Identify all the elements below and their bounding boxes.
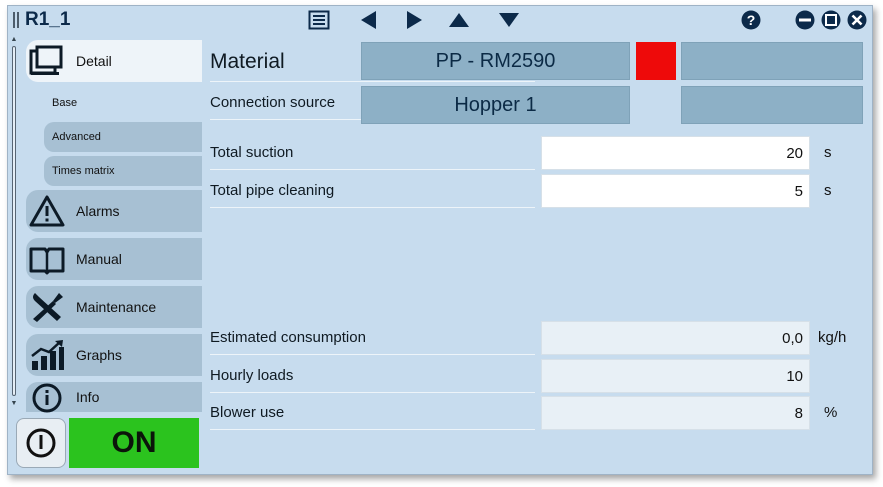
sidebar-sub-item-advanced[interactable]: Advanced — [44, 122, 202, 152]
power-button[interactable] — [16, 418, 66, 468]
sidebar-item-maintenance[interactable]: Maintenance — [26, 286, 202, 328]
help-icon[interactable]: ? — [740, 10, 762, 30]
status-on-indicator: ON — [69, 418, 199, 468]
material-value[interactable]: PP - RM2590 — [361, 42, 630, 80]
sidebar-item-label: Manual — [76, 251, 122, 267]
close-icon[interactable] — [846, 10, 868, 30]
power-icon — [26, 428, 56, 458]
sidebar-item-label: Detail — [76, 53, 112, 69]
blower-use-value: 8 — [541, 396, 810, 430]
minimize-icon[interactable] — [794, 10, 816, 30]
hourly-loads-value: 10 — [541, 359, 810, 393]
grip-icon[interactable] — [13, 12, 19, 28]
material-extra-box — [681, 42, 863, 80]
sidebar-sub-item-label: Base — [52, 97, 78, 109]
graph-icon — [26, 334, 68, 376]
maximize-icon[interactable] — [820, 10, 842, 30]
detail-icon — [26, 40, 68, 82]
sidebar: ▲ ▼ Detail Base Advanced Times matrix Al… — [8, 34, 204, 475]
window-title: R1_1 — [25, 9, 71, 30]
sidebar-item-graphs[interactable]: Graphs — [26, 334, 202, 376]
title-bar: R1_1 ? — [8, 6, 872, 34]
sidebar-sub-item-label: Advanced — [52, 131, 101, 143]
total-suction-label: Total suction — [210, 136, 535, 170]
sidebar-scrollbar[interactable]: ▲ ▼ — [10, 36, 18, 410]
sidebar-sub-item-times-matrix[interactable]: Times matrix — [44, 156, 202, 186]
sidebar-item-manual[interactable]: Manual — [26, 238, 202, 280]
svg-text:?: ? — [747, 12, 756, 28]
blower-use-label: Blower use — [210, 396, 535, 430]
book-icon — [26, 238, 68, 280]
hourly-loads-label: Hourly loads — [210, 359, 535, 393]
arrow-up-icon[interactable] — [448, 10, 470, 30]
total-pipe-cleaning-label: Total pipe cleaning — [210, 174, 535, 208]
sidebar-item-label: Graphs — [76, 347, 122, 363]
sidebar-sub-item-base[interactable]: Base — [44, 88, 202, 118]
arrow-down-icon[interactable] — [498, 10, 520, 30]
scroll-up-icon[interactable]: ▲ — [10, 36, 18, 44]
sidebar-item-info[interactable]: Info — [26, 382, 202, 413]
estimated-consumption-unit: kg/h — [818, 329, 847, 346]
sidebar-item-label: Maintenance — [76, 299, 157, 315]
sidebar-item-label: Info — [76, 389, 100, 405]
info-icon — [26, 382, 68, 413]
estimated-consumption-label: Estimated consumption — [210, 321, 535, 355]
sidebar-item-detail[interactable]: Detail — [26, 40, 202, 82]
arrow-left-icon[interactable] — [358, 10, 380, 30]
total-pipe-cleaning-unit: s — [824, 182, 832, 199]
estimated-consumption-value: 0,0 — [541, 321, 810, 355]
tools-icon — [26, 286, 68, 328]
scroll-track[interactable] — [12, 46, 16, 396]
alarm-icon — [26, 190, 68, 232]
sidebar-sub-item-label: Times matrix — [52, 165, 115, 177]
scroll-down-icon[interactable]: ▼ — [10, 400, 18, 408]
arrow-right-icon[interactable] — [403, 10, 425, 30]
total-suction-unit: s — [824, 144, 832, 161]
sidebar-item-label: Alarms — [76, 203, 120, 219]
material-color-swatch — [636, 42, 676, 80]
app-window: R1_1 ? ▲ ▼ Detail Base Advanced Times ma… — [7, 5, 873, 475]
connection-source-value[interactable]: Hopper 1 — [361, 86, 630, 124]
list-icon[interactable] — [308, 10, 330, 30]
sidebar-item-alarms[interactable]: Alarms — [26, 190, 202, 232]
connection-extra-box — [681, 86, 863, 124]
blower-use-unit: % — [824, 404, 838, 421]
main-panel: Material PP - RM2590 Connection source H… — [204, 34, 872, 475]
total-pipe-cleaning-input[interactable]: 5 — [541, 174, 810, 208]
total-suction-input[interactable]: 20 — [541, 136, 810, 170]
